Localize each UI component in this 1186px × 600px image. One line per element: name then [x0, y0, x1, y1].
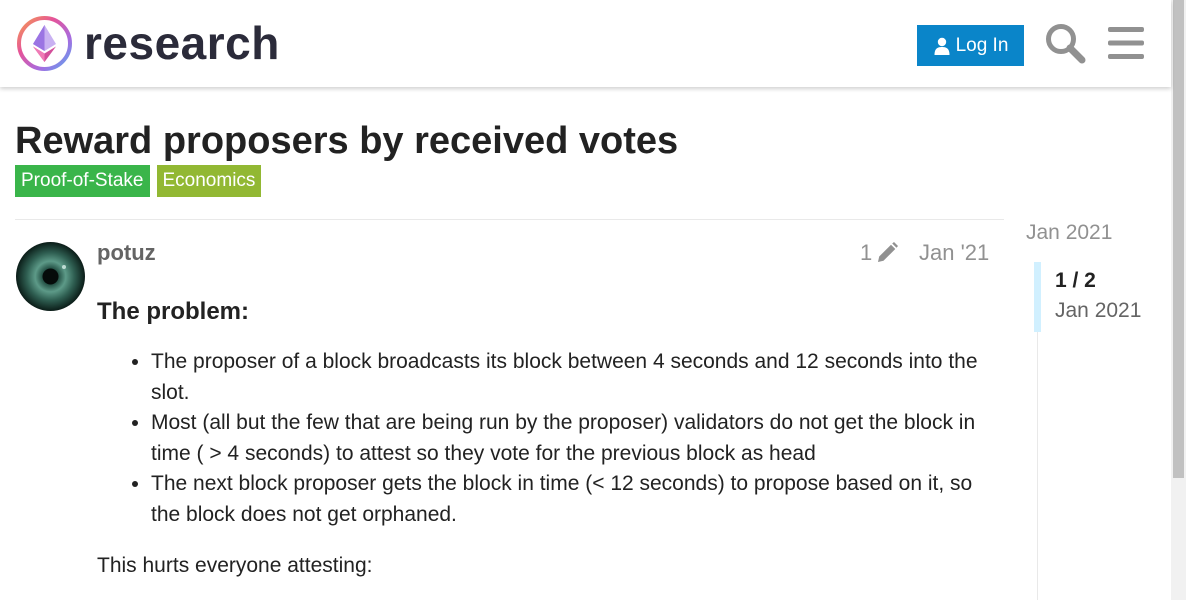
- page-scrollbar[interactable]: [1171, 0, 1186, 600]
- post-content: The problem: The proposer of a block bro…: [97, 296, 992, 582]
- logo-text: research: [84, 16, 280, 69]
- post-heading: The problem:: [97, 298, 250, 325]
- tag-economics[interactable]: Economics: [156, 165, 262, 197]
- timeline-position: 1 / 2: [1055, 269, 1096, 292]
- post-paragraph: This hurts everyone attesting:: [97, 554, 373, 577]
- login-button[interactable]: Log In: [917, 25, 1024, 66]
- list-item: The next block proposer gets the block i…: [151, 469, 992, 530]
- post-date[interactable]: Jan '21: [919, 240, 989, 266]
- scrollbar-thumb[interactable]: [1173, 0, 1184, 478]
- list-item: Most (all but the few that are being run…: [151, 408, 992, 469]
- tag-proof-of-stake[interactable]: Proof-of-Stake: [15, 165, 150, 197]
- timeline-handle[interactable]: [1034, 262, 1041, 332]
- problem-list: The proposer of a block broadcasts its b…: [151, 347, 992, 530]
- post-author[interactable]: potuz: [97, 240, 156, 266]
- user-icon: [934, 37, 950, 55]
- topic-title[interactable]: Reward proposers by received votes: [15, 120, 678, 163]
- site-header: research Log In: [0, 0, 1171, 87]
- edit-count: 1: [860, 240, 873, 265]
- topic-tags: Proof-of-Stake Economics: [15, 165, 262, 197]
- login-label: Log In: [955, 34, 1009, 56]
- list-item: The proposer of a block broadcasts its b…: [151, 347, 992, 408]
- timeline-current-date: Jan 2021: [1055, 299, 1142, 322]
- site-logo[interactable]: research: [16, 15, 280, 72]
- pencil-icon: [878, 242, 899, 262]
- eye-avatar-image: [16, 242, 85, 311]
- edit-history-indicator[interactable]: 1: [860, 240, 899, 266]
- search-icon[interactable]: [1044, 22, 1086, 64]
- ethereum-logo-icon: [17, 16, 72, 71]
- title-divider: [15, 219, 1004, 220]
- timeline-start-date[interactable]: Jan 2021: [1026, 221, 1112, 245]
- hamburger-menu-icon[interactable]: [1108, 27, 1144, 59]
- avatar[interactable]: [16, 242, 85, 311]
